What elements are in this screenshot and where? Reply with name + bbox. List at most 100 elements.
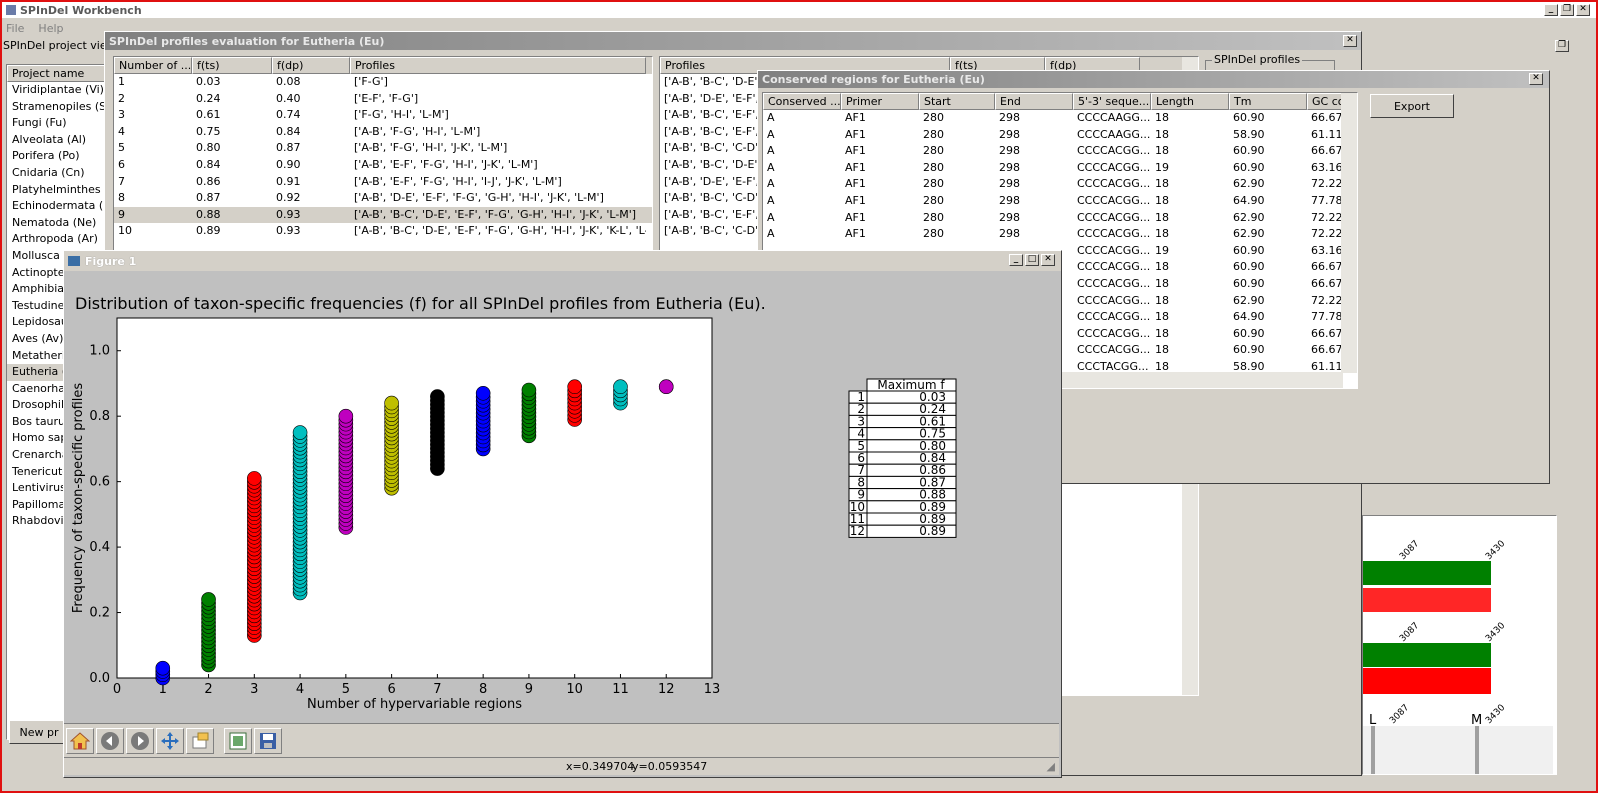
project-list-item[interactable]: Arthropoda (Ar) [7,231,105,248]
table-row[interactable]: 7 0.86 0.91 ['A-B', 'E-F', 'F-G', 'H-I', 'I… [114,174,652,191]
menu-help[interactable]: Help [38,22,63,35]
project-list-item[interactable]: Viridiplantae (Vi) [7,82,105,99]
region-map[interactable]: 3087 3430 3087 3430 L 3087 M 3430 [1362,515,1557,775]
map-label-2: 3430 [1484,539,1507,562]
pan-icon[interactable] [156,727,184,754]
profiles-column-header[interactable]: f(dp) [272,57,350,74]
figure-maximize-icon[interactable]: □ [1025,254,1039,266]
project-list-item[interactable]: Fungi (Fu) [7,115,105,132]
table-row[interactable]: A AF1 280 298 CCCCACGG... 18 62.90 72.22 [763,210,1357,227]
table-cell: 62.90 [1233,210,1265,224]
profiles-column-header[interactable]: Number of ... [114,57,192,74]
forward-icon[interactable] [126,727,154,754]
table-row[interactable]: A AF1 280 298 CCCCACGG... 18 64.90 77.78 [763,193,1357,210]
table-cell: 9 [118,207,125,221]
figure-window-controls: _ □ ✕ [1009,254,1055,266]
table-row[interactable]: 3 0.61 0.74 ['F-G', 'H-I', 'L-M'] [114,107,652,124]
table-cell: 298 [999,127,1020,141]
conserved-vscroll[interactable] [1341,93,1357,373]
map-track-green-2 [1363,643,1491,667]
table-row[interactable]: 5 0.80 0.87 ['A-B', 'F-G', 'H-I', 'J-K', 'L… [114,140,652,157]
project-list-item[interactable]: Nematoda (Ne) [7,215,105,232]
profiles-table[interactable]: Number of ... f(ts) f(dp) Profiles 1 0.03 0.0… [113,56,653,261]
table-cell: CCCCAAGG... [1077,111,1151,124]
table-cell: 60.90 [1233,326,1265,340]
project-list-item[interactable]: Platyhelminthes (Pl) [7,182,105,199]
back-icon[interactable] [96,727,124,754]
table-row[interactable]: 10 0.89 0.93 ['A-B', 'B-C', 'D-E', 'E-F', '… [114,223,652,240]
table-cell: 19 [1155,243,1169,257]
save-icon[interactable] [254,727,282,754]
figure-close-icon[interactable]: ✕ [1041,254,1055,266]
project-name-header[interactable]: Project name [7,65,105,82]
table-cell: 62.90 [1233,227,1265,241]
x-tick-label: 7 [433,682,441,697]
conserved-export-button[interactable]: Export [1370,94,1454,118]
profiles-close-icon[interactable]: ✕ [1343,35,1357,47]
table-row[interactable]: 6 0.84 0.90 ['A-B', 'E-F', 'F-G', 'H-I', 'J… [114,157,652,174]
profiles-column-header[interactable]: f(ts) [192,57,272,74]
table-row[interactable]: A AF1 280 298 CCCCACGG... 19 60.90 63.16 [763,160,1357,177]
menu-file[interactable]: File [6,22,24,35]
conserved-column-header[interactable]: End [995,93,1073,110]
table-cell: AF1 [845,177,866,191]
subplots-icon[interactable] [224,727,252,754]
restore-icon[interactable]: ❐ [1560,4,1574,16]
table-cell: 60.90 [1233,343,1265,357]
table-cell: AF1 [845,193,866,207]
close-icon[interactable]: ✕ [1576,4,1590,16]
resize-grip-icon[interactable]: ◢ [1047,760,1055,773]
project-list-item[interactable]: Echinodermata (Ec) [7,198,105,215]
scatter-point [430,389,445,404]
table-cell: 60.90 [1233,243,1265,257]
table-cell: 18 [1155,343,1169,357]
table-row[interactable]: 2 0.24 0.40 ['E-F', 'F-G'] [114,91,652,108]
home-icon[interactable] [66,727,94,754]
project-list-item[interactable]: Porifera (Po) [7,148,105,165]
minimize-icon[interactable]: _ [1544,4,1558,16]
table-row[interactable]: A AF1 280 298 CCCCAAGG... 18 58.90 61.11 [763,127,1357,144]
table-cell: CCCCAAGG... [1077,127,1151,141]
conserved-column-header[interactable]: 5'-3' seque... [1073,93,1151,110]
figure-minimize-icon[interactable]: _ [1009,254,1023,266]
conserved-column-header[interactable]: Primer [841,93,919,110]
main-window-controls: _ ❐ ✕ [1544,4,1590,16]
conserved-column-header[interactable]: Conserved ... [763,93,841,110]
table-cell: 64.90 [1233,193,1265,207]
project-list-item[interactable]: Alveolata (Al) [7,132,105,149]
table-row[interactable]: A AF1 280 298 CCCCACGG... 18 60.90 66.67 [763,143,1357,160]
table-row[interactable]: 8 0.87 0.92 ['A-B', 'D-E', 'E-F', 'F-G', 'G… [114,190,652,207]
table-cell: 18 [1155,310,1169,324]
zoom-icon[interactable] [186,727,214,754]
table-cell: 298 [999,193,1020,207]
table-cell: CCCCACGG... [1077,243,1151,257]
map-marker-l [1371,726,1375,774]
project-list-item[interactable]: Cnidaria (Cn) [7,165,105,182]
conserved-column-header[interactable]: Start [919,93,995,110]
conserved-close-icon[interactable]: ✕ [1529,73,1543,85]
table-row[interactable]: A AF1 280 298 CCCCAAGG... 18 60.90 66.67 [763,110,1357,127]
table-row[interactable]: 1 0.03 0.08 ['F-G'] [114,74,652,91]
conserved-column-header[interactable]: Tm [1229,93,1307,110]
table-cell: 0.08 [276,75,301,88]
table-cell: CCCCACGG... [1077,326,1151,340]
app-icon [6,5,16,15]
table-row[interactable]: 9 0.88 0.93 ['A-B', 'B-C', 'D-E', 'E-F', 'F… [114,206,652,224]
profiles-column-header[interactable]: Profiles [350,57,646,74]
scatter-point [247,471,262,486]
x-axis-label: Number of hypervariable regions [307,697,522,712]
table-row[interactable]: A AF1 280 298 CCCCACGG... 18 62.90 72.22 [763,226,1357,243]
dock-restore-icon[interactable]: ❐ [1555,40,1569,52]
table-cell: 280 [923,193,944,207]
table-row[interactable]: 4 0.75 0.84 ['A-B', 'F-G', 'H-I', 'L-M'] [114,124,652,141]
table-row[interactable]: A AF1 280 298 CCCCACGG... 18 62.90 72.22 [763,176,1357,193]
table-cell: AF1 [845,144,866,158]
conserved-column-header[interactable]: Length [1151,93,1229,110]
table-cell: 280 [923,160,944,174]
scatter-point [338,408,354,424]
new-project-button[interactable]: New pr [9,720,69,744]
maxf-value: 0.89 [919,524,946,538]
map-marker-m [1475,726,1479,774]
conserved-title: Conserved regions for Eutheria (Eu) [762,73,985,86]
project-list-item[interactable]: Stramenopiles (St) [7,99,105,116]
